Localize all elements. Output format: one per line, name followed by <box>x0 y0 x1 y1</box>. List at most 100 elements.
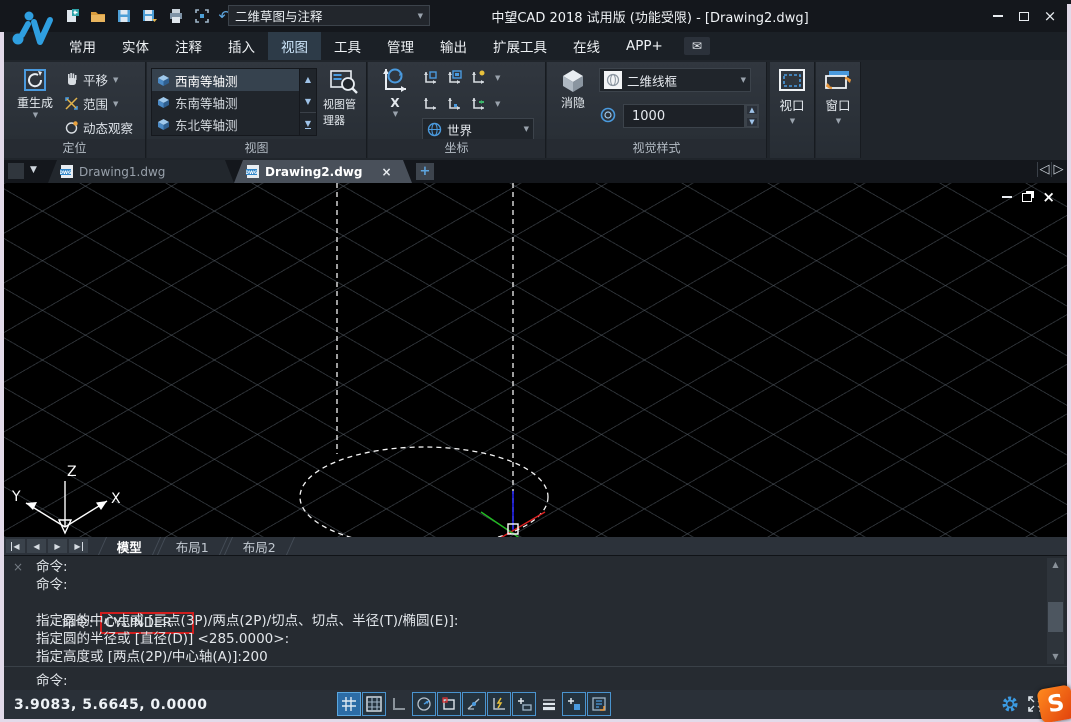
hide-button[interactable]: 消隐 <box>553 68 593 111</box>
workspace-switch-toggle[interactable] <box>587 692 611 716</box>
scrollbar-thumb[interactable] <box>1048 602 1063 632</box>
tab-solid[interactable]: 实体 <box>109 32 162 60</box>
tab-overflow-icon[interactable]: ▼ <box>30 165 37 175</box>
tab-express[interactable]: 扩展工具 <box>480 32 560 60</box>
save-as-icon[interactable] <box>140 7 160 25</box>
tab-annotate[interactable]: 注释 <box>162 32 215 60</box>
maximize-button[interactable] <box>1013 8 1035 24</box>
tab-app-plus[interactable]: APP+ <box>613 34 676 58</box>
tab-list-button[interactable] <box>8 163 24 179</box>
pan-dropdown-icon[interactable]: ▼ <box>113 76 118 84</box>
command-input[interactable]: 命令: <box>4 666 1067 690</box>
window-panel-button[interactable]: 窗口 ▼ <box>816 62 861 158</box>
lineweight-icon <box>541 696 557 712</box>
extents-dropdown-icon[interactable]: ▼ <box>113 100 118 108</box>
view-item-sw-isometric[interactable]: 西南等轴测 <box>152 69 299 91</box>
visual-style-dropdown[interactable]: 二维线框 ▼ <box>599 68 751 92</box>
ime-badge[interactable]: S <box>1036 684 1071 722</box>
doc-tab-drawing1[interactable]: DWG Drawing1.dwg <box>48 160 234 183</box>
tab-layout1[interactable]: 布局1 <box>157 537 228 555</box>
object-snap-tracking-toggle[interactable] <box>462 692 486 716</box>
minimize-button[interactable] <box>987 8 1009 24</box>
tab-home[interactable]: 常用 <box>56 32 109 60</box>
ucs-icon-face[interactable] <box>446 70 462 86</box>
tab-view[interactable]: 视图 <box>268 32 321 60</box>
print-icon[interactable] <box>166 7 186 25</box>
ucs-icon-object[interactable] <box>470 96 486 112</box>
ucs-icon-origin[interactable] <box>422 70 438 86</box>
workspace-dropdown[interactable]: 二维草图与注释 ▼ <box>228 5 430 26</box>
scroll-bottom-button[interactable]: ▼ <box>300 112 316 135</box>
tab-model[interactable]: 模型 <box>98 537 161 555</box>
scrollbar-down-icon[interactable]: ▼ <box>1047 650 1064 664</box>
polar-tracking-toggle[interactable] <box>412 692 436 716</box>
prev-layout-button[interactable]: ◀ <box>27 539 46 553</box>
panel-coords-label: 坐标 <box>368 139 545 158</box>
scroll-up-button[interactable]: ▲ <box>300 69 316 91</box>
ucs-row2-dropdown-icon[interactable]: ▼ <box>495 100 500 108</box>
grid-toggle[interactable] <box>337 692 361 716</box>
save-icon[interactable] <box>114 7 134 25</box>
view-minimize-icon[interactable] <box>1002 196 1012 198</box>
object-snap-toggle[interactable] <box>437 692 461 716</box>
viewport-button[interactable]: 视口 ▼ <box>770 62 815 158</box>
preview-select-icon[interactable] <box>192 7 212 25</box>
mail-button[interactable]: ✉ <box>684 37 710 55</box>
ortho-toggle[interactable] <box>387 692 411 716</box>
pan-button[interactable]: 平移 ▼ <box>64 70 118 89</box>
doc-tab-drawing2[interactable]: DWG Drawing2.dwg × <box>234 160 412 183</box>
spinner-up-button[interactable]: ▲ <box>745 104 759 116</box>
tab-output[interactable]: 输出 <box>427 32 480 60</box>
app-logo[interactable] <box>8 4 54 54</box>
ucs-x-button[interactable]: X ▼ <box>374 66 416 118</box>
view-list-scrollbar: ▲ ▼ ▼ <box>299 69 316 135</box>
tab-close-icon[interactable]: × <box>381 165 391 179</box>
tab-tools[interactable]: 工具 <box>321 32 374 60</box>
view-item-se-isometric[interactable]: 东南等轴测 <box>152 91 299 113</box>
scrollbar-up-icon[interactable]: ▲ <box>1047 558 1064 572</box>
view-restore-icon[interactable] <box>1022 193 1032 202</box>
dynamic-input-toggle[interactable] <box>512 692 536 716</box>
view-manager-button[interactable]: 视图管理器 <box>323 68 365 128</box>
command-close-icon[interactable]: × <box>13 560 23 574</box>
drawing-canvas[interactable]: Z X Y × <box>4 183 1067 537</box>
command-scrollbar[interactable]: ▲ ▼ <box>1047 558 1064 664</box>
title-bar: ↶▼ ↷▼ ? 二维草图与注释 ▼ 中望CAD 2018 试用版 (功能受限) … <box>0 0 1071 32</box>
ucs-icon-previous[interactable] <box>422 96 438 112</box>
ucs-icon-named[interactable] <box>470 70 486 86</box>
new-file-icon[interactable] <box>62 7 82 25</box>
tab-manage[interactable]: 管理 <box>374 32 427 60</box>
ucs-x-dropdown-icon[interactable]: ▼ <box>393 110 398 118</box>
isolate-objects-toggle[interactable] <box>562 692 586 716</box>
view-item-ne-isometric[interactable]: 东北等轴测 <box>152 113 299 135</box>
tab-scroll-right[interactable]: ▷ <box>1051 162 1065 177</box>
orbit-button[interactable]: 动态观察 <box>64 118 133 137</box>
isolines-input[interactable]: 1000 <box>623 104 745 128</box>
new-tab-button[interactable]: + <box>416 163 434 180</box>
spinner-down-button[interactable]: ▼ <box>745 116 759 128</box>
ucs-world-dropdown[interactable]: 世界 ▼ <box>422 118 534 140</box>
tab-online[interactable]: 在线 <box>560 32 613 60</box>
settings-gear-button[interactable] <box>1001 695 1019 713</box>
tab-scroll-left[interactable]: ◁ <box>1037 162 1051 177</box>
lineweight-toggle[interactable] <box>537 692 561 716</box>
next-layout-button[interactable]: ▶ <box>48 539 67 553</box>
scroll-down-button[interactable]: ▼ <box>300 91 316 113</box>
tab-insert[interactable]: 插入 <box>215 32 268 60</box>
close-button[interactable]: × <box>1039 8 1061 24</box>
panel-locate: 重生成 ▼ 平移 ▼ 范围 ▼ 动态观察 定位 <box>4 62 146 158</box>
view-close-icon[interactable]: × <box>1042 190 1055 204</box>
first-layout-button[interactable]: ◀ <box>6 539 25 553</box>
open-folder-icon[interactable] <box>88 7 108 25</box>
tab-layout2[interactable]: 布局2 <box>224 537 295 555</box>
dynamic-ucs-toggle[interactable] <box>487 692 511 716</box>
ucs-row-2: ▼ <box>422 96 500 112</box>
command-history[interactable]: × 命令: 命令: 命令: CYLINDER 指定圆的中心点或 [三点(3P)/… <box>4 555 1067 666</box>
snap-toggle[interactable] <box>362 692 386 716</box>
regen-button[interactable]: 重生成 ▼ <box>12 66 58 119</box>
regen-dropdown-icon[interactable]: ▼ <box>33 111 38 119</box>
ucs-row1-dropdown-icon[interactable]: ▼ <box>495 74 500 82</box>
zoom-extents-button[interactable]: 范围 ▼ <box>64 94 118 113</box>
last-layout-button[interactable]: ▶ <box>69 539 88 553</box>
ucs-icon-z-axis[interactable] <box>446 96 462 112</box>
